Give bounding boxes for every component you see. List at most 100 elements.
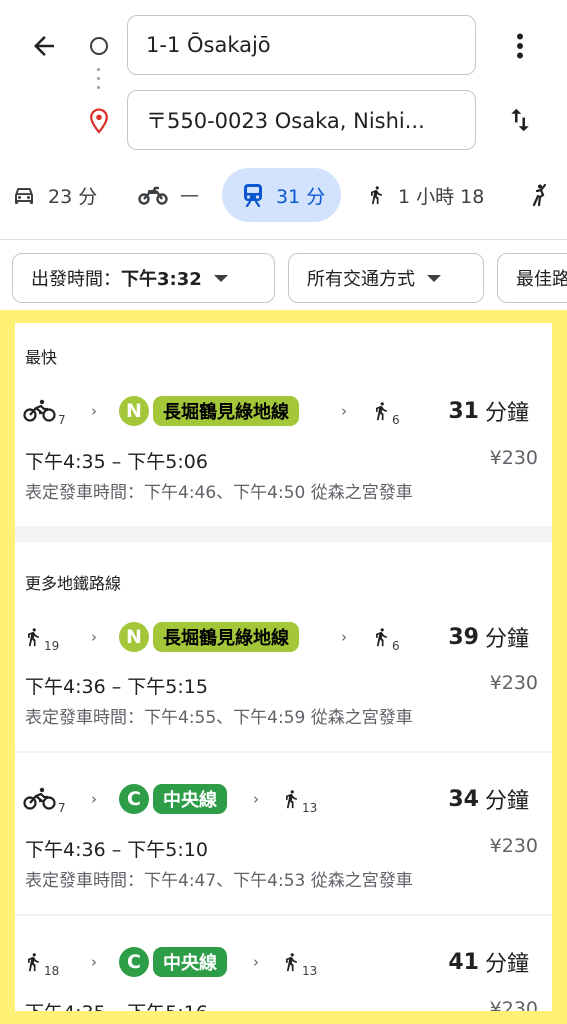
line-name: 中央線 — [153, 779, 227, 819]
line-name: 長堀鶴見綠地線 — [153, 617, 299, 657]
line-badge: N — [119, 617, 149, 657]
line-name-pill: 長堀鶴見綠地線 — [153, 396, 299, 426]
depart-time-chip[interactable]: 出發時間： 下午3:32 — [12, 253, 275, 303]
more-options-button[interactable] — [503, 28, 537, 64]
end-leg: 6 — [371, 391, 400, 431]
route-steps: 7 › N 長堀鶴見綠地線 › 6 31 分鐘 — [23, 391, 543, 431]
route-steps: 7 › C 中央線 › 13 34 分鐘 — [23, 779, 543, 819]
chevron-right-icon: › — [253, 953, 259, 971]
tab-transit[interactable]: 31 分 — [222, 168, 341, 222]
duration-unit: 分鐘 — [484, 401, 529, 426]
start-leg: 18 — [23, 942, 59, 982]
swap-button[interactable] — [503, 100, 537, 140]
chevron-right-icon: › — [91, 790, 97, 808]
tab-drive[interactable]: 23 分 — [12, 168, 97, 222]
line-name-pill: 長堀鶴見綠地線 — [153, 622, 299, 652]
route-times: 下午4:36 – 下午5:10 — [25, 839, 208, 861]
route-card[interactable]: 7 › C 中央線 › 13 34 分鐘 下午4:36 – 下午5:10 ¥230… — [15, 753, 552, 914]
travel-mode-tabs: 23 分 — 31 分 1 小時 18 — [0, 168, 567, 224]
location-pin-icon — [88, 108, 110, 134]
best-route-label: 最佳路 — [516, 269, 567, 290]
start-leg-minutes: 7 — [58, 413, 66, 427]
origin-input[interactable]: 1-1 Ōsakajō — [127, 15, 476, 75]
duration-unit: 分鐘 — [484, 952, 529, 977]
walk-icon — [376, 402, 387, 421]
transit-modes-label: 所有交通方式 — [307, 269, 415, 290]
route-duration: 31 分鐘 — [448, 391, 529, 431]
route-duration: 34 分鐘 — [448, 779, 529, 819]
start-leg: 19 — [23, 617, 59, 657]
duration-number: 41 — [448, 949, 479, 975]
duration-unit: 分鐘 — [484, 789, 529, 814]
line-symbol: C — [119, 784, 149, 814]
end-leg: 13 — [281, 779, 317, 819]
walk-icon — [371, 186, 382, 205]
walk-icon — [28, 953, 39, 972]
route-fare: ¥230 — [489, 447, 538, 469]
line-badge: C — [119, 779, 149, 819]
depart-time-value: 下午3:32 — [121, 269, 202, 290]
line-symbol: N — [119, 396, 149, 426]
walk-icon — [286, 790, 297, 809]
more-vert-icon — [517, 33, 523, 59]
duration-number: 31 — [448, 398, 479, 424]
line-symbol: C — [119, 947, 149, 977]
route-card[interactable]: 更多地鐵路線 19 › N 長堀鶴見綠地線 › 6 39 分鐘 下午4:36 –… — [15, 542, 552, 751]
tab-motorcycle[interactable]: — — [138, 168, 199, 222]
duration-number: 34 — [448, 786, 479, 812]
walk-icon — [376, 628, 387, 647]
back-button[interactable] — [24, 28, 64, 64]
tab-transit-label: 31 分 — [276, 185, 326, 208]
chevron-right-icon: › — [91, 628, 97, 646]
tab-walk[interactable]: 1 小時 18 — [366, 168, 484, 222]
section-label-more-lines: 更多地鐵路線 — [25, 574, 122, 593]
start-leg: 7 — [23, 391, 66, 431]
route-schedule: 表定發車時間：下午4:55、下午4:59 從森之宮發車 — [25, 708, 413, 728]
best-route-chip[interactable]: 最佳路 — [497, 253, 567, 303]
end-leg-minutes: 13 — [302, 964, 318, 978]
destination-input[interactable]: 〒550-0023 Osaka, Nishi... — [127, 90, 476, 150]
route-connector-dots — [97, 68, 101, 96]
tab-ride-hailing[interactable] — [528, 168, 552, 222]
tab-drive-label: 23 分 — [48, 185, 98, 208]
route-card[interactable]: 最快 7 › N 長堀鶴見綠地線 › 6 31 分鐘 下午4:35 – 下午5:… — [15, 323, 552, 526]
route-schedule: 表定發車時間：下午4:47、下午4:53 從森之宮發車 — [25, 871, 413, 891]
line-name: 長堀鶴見綠地線 — [153, 391, 299, 431]
chevron-right-icon: › — [91, 402, 97, 420]
route-times: 下午4:36 – 下午5:15 — [25, 676, 208, 698]
dropdown-arrow-icon — [427, 274, 441, 282]
car-icon — [15, 188, 33, 204]
transit-modes-chip[interactable]: 所有交通方式 — [288, 253, 484, 303]
depart-time-label: 出發時間： — [31, 269, 121, 290]
origin-circle-icon — [90, 37, 108, 55]
duration-number: 39 — [448, 624, 479, 650]
end-leg-minutes: 6 — [392, 639, 400, 653]
route-fare: ¥230 — [489, 998, 538, 1011]
route-results-highlight: 最快 7 › N 長堀鶴見綠地線 › 6 31 分鐘 下午4:35 – 下午5:… — [0, 310, 567, 1024]
route-schedule: 表定發車時間：下午4:46、下午4:50 從森之宮發車 — [25, 483, 413, 503]
bike-icon — [23, 399, 56, 422]
directions-header: 1-1 Ōsakajō 〒550-0023 Osaka, Nishi... — [0, 0, 567, 160]
start-leg-minutes: 7 — [58, 801, 66, 815]
end-leg-minutes: 13 — [302, 801, 318, 815]
header-divider — [0, 239, 567, 240]
route-times: 下午4:35 – 下午5:06 — [25, 451, 208, 473]
line-symbol: N — [119, 622, 149, 652]
dropdown-arrow-icon — [213, 274, 228, 282]
route-card[interactable]: 18 › C 中央線 › 13 41分鐘 下午4:35 – 下午5:16 ¥23… — [15, 916, 552, 1011]
duration-unit: 分鐘 — [484, 627, 529, 652]
end-leg-minutes: 6 — [392, 413, 400, 427]
route-duration: 39 分鐘 — [448, 617, 529, 657]
arrow-back-icon — [34, 36, 54, 56]
section-label-fastest: 最快 — [25, 348, 58, 367]
start-leg-minutes: 18 — [44, 964, 60, 978]
start-leg: 7 — [23, 779, 66, 819]
ride-hailing-icon — [532, 183, 547, 207]
swap-vertical-icon — [511, 108, 529, 132]
filter-chips: 出發時間： 下午3:32 所有交通方式 最佳路 — [0, 253, 567, 305]
chevron-right-icon: › — [341, 628, 347, 646]
end-leg: 6 — [371, 617, 400, 657]
route-fare: ¥230 — [489, 672, 538, 694]
walk-icon — [286, 953, 297, 972]
line-badge: N — [119, 391, 149, 431]
